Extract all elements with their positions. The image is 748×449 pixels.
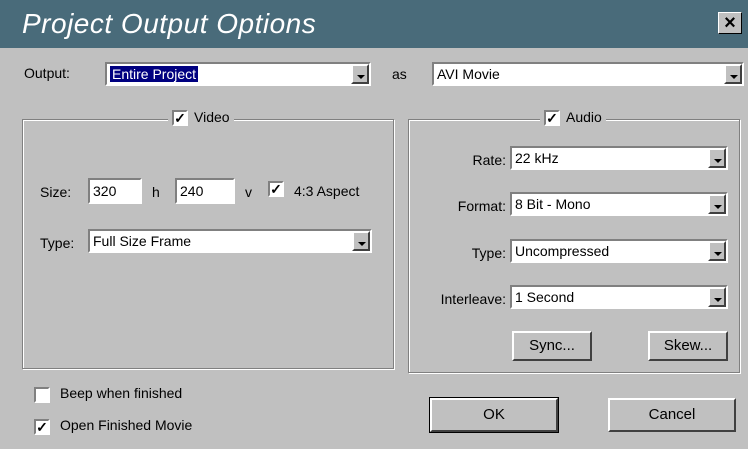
audio-label: Audio [566,109,602,125]
as-label: as [392,66,407,82]
ok-button[interactable]: OK [429,397,559,433]
video-type-value: Full Size Frame [93,233,192,249]
width-value: 320 [93,183,117,199]
interleave-select[interactable]: 1 Second [510,285,728,309]
video-group-header: ✓ Video [168,109,234,127]
skew-button[interactable]: Skew... [648,331,728,361]
checkmark-icon: ✓ [174,110,186,127]
rate-select[interactable]: 22 kHz [510,146,728,170]
aspect-checkbox[interactable]: ✓ [268,181,284,197]
beep-checkbox[interactable] [34,387,50,403]
chevron-down-icon[interactable] [708,241,726,261]
width-input[interactable]: 320 [88,178,142,204]
video-type-select[interactable]: Full Size Frame [88,229,372,253]
open-movie-checkbox[interactable]: ✓ [34,419,50,435]
audio-format-value: 8 Bit - Mono [515,196,591,212]
audio-type-select[interactable]: Uncompressed [510,239,728,263]
window-title: Project Output Options [22,8,317,39]
chevron-down-icon[interactable] [724,64,742,84]
checkmark-icon: ✓ [270,181,282,197]
chevron-down-icon[interactable] [352,231,370,251]
output-label: Output: [24,65,70,81]
open-movie-label: Open Finished Movie [60,417,193,433]
rate-value: 22 kHz [515,150,559,166]
video-checkbox[interactable]: ✓ [172,110,188,127]
chevron-down-icon[interactable] [351,64,369,84]
format-select-value: AVI Movie [437,66,500,82]
title-bar: Project Output Options × [0,0,748,48]
video-label: Video [194,109,230,125]
interleave-value: 1 Second [515,289,575,305]
close-icon: × [724,12,736,34]
output-select-value: Entire Project [110,66,199,82]
sync-button[interactable]: Sync... [512,331,592,361]
height-input[interactable]: 240 [175,178,235,204]
dialog-body: Output: Entire Project as AVI Movie ✓ Vid… [0,48,748,449]
audio-type-label: Type: [471,245,506,261]
v-label: v [245,184,252,200]
aspect-label: 4:3 Aspect [294,183,360,199]
h-label: h [152,184,160,200]
beep-label: Beep when finished [60,385,183,401]
audio-type-value: Uncompressed [515,243,610,259]
checkmark-icon: ✓ [36,419,48,435]
audio-checkbox[interactable]: ✓ [544,110,560,127]
cancel-button[interactable]: Cancel [608,398,736,432]
rate-label: Rate: [472,152,506,168]
height-value: 240 [180,183,204,199]
audio-group-header: ✓ Audio [540,109,606,127]
interleave-label: Interleave: [440,291,506,307]
checkmark-icon: ✓ [546,110,558,127]
chevron-down-icon[interactable] [708,194,726,214]
chevron-down-icon[interactable] [708,148,726,168]
size-label: Size: [40,184,72,200]
video-type-label: Type: [40,235,75,251]
audio-format-label: Format: [457,198,506,214]
chevron-down-icon[interactable] [708,287,726,307]
project-output-options-dialog: Project Output Options × Output: Entire … [0,0,748,449]
audio-format-select[interactable]: 8 Bit - Mono [510,192,728,216]
output-select[interactable]: Entire Project [105,62,371,86]
close-button[interactable]: × [718,12,742,34]
format-select[interactable]: AVI Movie [432,62,744,86]
